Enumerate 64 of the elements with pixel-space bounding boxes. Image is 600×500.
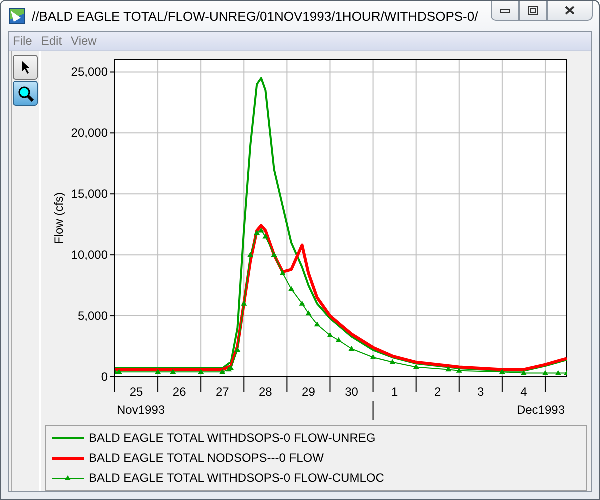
y-tick-label: 15,000 (71, 187, 108, 202)
triangle-marker (370, 354, 376, 360)
triangle-marker (542, 370, 548, 376)
menu-item[interactable]: Edit (41, 34, 62, 48)
legend-swatch (52, 474, 84, 482)
y-tick-label: 25,000 (71, 65, 108, 80)
triangle-marker (456, 368, 462, 373)
triangle-marker (446, 366, 452, 372)
triangle-marker (348, 346, 355, 351)
y-tick-label: 0 (101, 370, 108, 384)
menu-item[interactable]: View (71, 34, 97, 48)
x-tick-label: 2 (434, 385, 442, 399)
y-axis-label: Flow (cfs) (52, 192, 66, 244)
triangle-marker (248, 252, 254, 258)
triangle-marker (564, 370, 567, 376)
triangle-marker (499, 369, 506, 374)
x-tick-label: 25 (130, 385, 144, 399)
maximize-icon (528, 6, 538, 15)
close-icon (565, 6, 575, 15)
triangle-marker (198, 369, 204, 374)
magnifier-icon (18, 86, 34, 102)
zoom-button[interactable] (13, 81, 38, 106)
menu-item[interactable]: File (13, 34, 32, 48)
triangle-marker (299, 300, 306, 306)
maximize-button[interactable] (519, 1, 547, 21)
y-tick-label: 5,000 (78, 309, 108, 324)
triangle-marker (234, 347, 241, 352)
triangle-marker (241, 300, 248, 306)
app-icon (9, 8, 25, 24)
x-tick-label: 27 (216, 385, 230, 399)
month-label: Dec1993 (516, 403, 565, 417)
triangle-marker (155, 369, 162, 374)
y-tick-label: 10,000 (71, 248, 108, 262)
triangle-marker (327, 332, 334, 338)
triangle-marker (336, 337, 342, 342)
close-button[interactable] (547, 1, 593, 21)
x-tick-label: 30 (345, 385, 358, 399)
cursor-icon (20, 60, 30, 75)
legend-label: BALD EAGLE TOTAL WITHDSOPS-0 FLOW-CUMLOC (89, 471, 384, 485)
triangle-marker (288, 286, 294, 292)
x-tick-label: 4 (520, 385, 528, 399)
triangle-marker (390, 359, 396, 364)
legend-label: BALD EAGLE TOTAL WITHDSOPS-0 FLOW-UNREG (89, 431, 376, 445)
x-tick-label: 1 (391, 385, 398, 399)
triangle-marker (271, 252, 278, 258)
window-title: //BALD EAGLE TOTAL/FLOW-UNREG/01NOV1993/1HOUR/WITHDSOPS-0/ (32, 8, 478, 24)
triangle-marker (520, 370, 527, 376)
month-label: Nov1993 (117, 403, 166, 417)
triangle-marker (280, 270, 286, 276)
month-divider (372, 400, 374, 420)
x-tick-label: 3 (478, 385, 484, 399)
legend-label: BALD EAGLE TOTAL NODSOPS---0 FLOW (89, 451, 324, 465)
x-tick-label: 28 (258, 385, 272, 399)
triangle-marker (555, 370, 562, 376)
x-tick-label: 29 (302, 385, 316, 399)
triangle-marker (314, 322, 320, 327)
triangle-marker (170, 369, 176, 374)
pointer-button[interactable] (13, 55, 38, 80)
triangle-marker (306, 310, 312, 316)
triangle-marker (413, 364, 420, 370)
minimize-button[interactable] (491, 1, 519, 21)
x-tick-label: 26 (172, 385, 186, 399)
minimize-icon (500, 8, 510, 12)
y-tick-label: 20,000 (71, 126, 108, 140)
